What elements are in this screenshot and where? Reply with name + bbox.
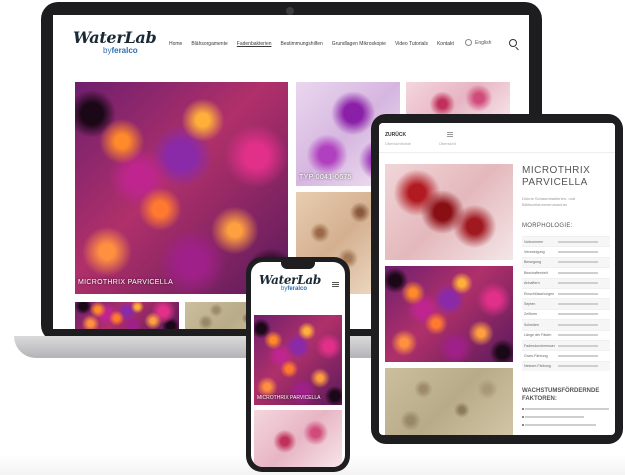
back-sublabel: Übersichtslinie <box>385 141 412 146</box>
gallery-tile-microthrix[interactable]: MICROTHRIX PARVICELLA <box>254 315 342 405</box>
tile-caption: MICROTHRIX PARVICELLA <box>257 395 321 401</box>
growth-factors-heading: WACHSTUMSFÖRDERNDE FAKTOREN: <box>522 388 600 402</box>
tile-caption: MICROTHRIX PARVICELLA <box>78 279 174 286</box>
table-row: Neisser-Färbung <box>522 360 610 372</box>
language-label: English <box>475 39 492 46</box>
gallery-tile[interactable] <box>254 410 342 467</box>
phone-screen: WaterLab byferalco MICROTHRIX PARVICELLA <box>251 262 345 467</box>
site-header: WaterLab byferalco Home Blähsorgamente F… <box>53 15 529 73</box>
nav-item-bestimmungshilfen[interactable]: Bestimmungshilfen <box>281 41 323 47</box>
nav-item-video-tutorials[interactable]: Video Tutorials <box>395 41 428 47</box>
table-row: Zellform <box>522 308 610 319</box>
list-item <box>521 424 597 426</box>
morphology-table: Vorkommen Verzweigung Bewegung Beschaffe… <box>522 236 610 372</box>
hamburger-menu-icon[interactable] <box>332 282 339 287</box>
tablet-screen: ZURÜCK Übersichtslinie Übersicht MICROTH… <box>379 123 615 435</box>
logo-byline: byferalco <box>281 286 308 292</box>
table-row: Anhaftern <box>522 277 610 288</box>
species-image[interactable] <box>385 266 513 362</box>
table-row: Septen <box>522 298 610 309</box>
species-image[interactable] <box>385 368 513 435</box>
table-row: Gram-Färbung <box>522 350 610 360</box>
table-row: Beschaffenheit <box>522 267 610 277</box>
nav-item-fadenbakterien[interactable]: Fadenbakterien <box>237 41 272 47</box>
language-switcher[interactable]: English <box>465 39 491 46</box>
phone-notch <box>281 262 315 269</box>
table-row: Einschlüsse/ungen <box>522 287 610 298</box>
list-item <box>522 408 609 410</box>
laptop-camera <box>286 7 294 15</box>
morphology-heading: MORPHOLOGIE: <box>522 223 573 229</box>
table-row: Bewegung <box>522 256 610 268</box>
waterlab-logo[interactable]: WaterLab byferalco <box>73 28 157 56</box>
overview-grid-icon[interactable] <box>447 132 453 137</box>
logo-wordmark: WaterLab <box>73 28 157 47</box>
waterlab-logo[interactable]: WaterLab byferalco <box>259 274 321 293</box>
logo-wordmark: WaterLab <box>259 273 321 287</box>
overview-label[interactable]: Übersicht <box>439 141 456 146</box>
tablet-topbar: ZURÜCK Übersichtslinie Übersicht <box>379 123 615 153</box>
logo-byline: byferalco <box>103 46 138 55</box>
tile-caption: TYP 0041-0675 <box>299 174 352 181</box>
table-row: Fadendurchmesser <box>522 339 610 351</box>
device-mockup-scene: WaterLab byferalco Home Blähsorgamente F… <box>0 0 625 475</box>
table-row: Verzweigung <box>522 246 610 256</box>
growth-factors-list <box>521 408 609 432</box>
back-link[interactable]: ZURÜCK <box>385 132 406 138</box>
tablet: ZURÜCK Übersichtslinie Übersicht MICROTH… <box>371 114 623 444</box>
species-title: MICROTHRIX PARVICELLA <box>522 165 591 188</box>
species-image[interactable] <box>385 164 513 260</box>
nav-item-grundlagen-mikroskopie[interactable]: Grundlagen Mikroskopie <box>332 41 386 47</box>
nav-item-home[interactable]: Home <box>169 41 182 47</box>
table-row: Länge der Fäden <box>522 329 610 340</box>
search-icon[interactable] <box>509 39 517 47</box>
nav-item-blaehsorgamente[interactable]: Blähsorgamente <box>191 41 227 47</box>
globe-icon <box>465 39 472 46</box>
table-row: Scheiden <box>522 319 610 330</box>
nav-item-kontakt[interactable]: Kontakt <box>437 41 454 47</box>
table-row: Vorkommen <box>522 236 610 247</box>
main-navigation: Home Blähsorgamente Fadenbakterien Besti… <box>169 41 454 47</box>
smartphone: WaterLab byferalco MICROTHRIX PARVICELLA <box>246 257 350 472</box>
list-item <box>522 416 584 418</box>
gallery-tile[interactable] <box>75 302 179 329</box>
species-description: Dünne Schaumbakterien- und Blähschlammve… <box>522 196 576 207</box>
